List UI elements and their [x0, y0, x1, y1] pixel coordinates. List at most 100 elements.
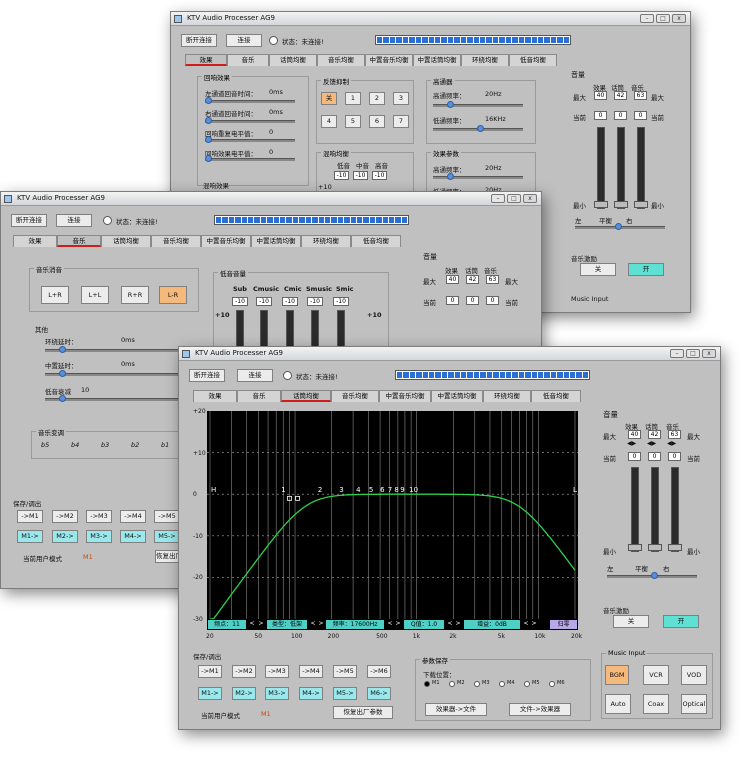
vol-mic-spin[interactable]: ◀▶	[647, 440, 656, 447]
tab-music[interactable]: 音乐	[57, 235, 101, 247]
save-to-file-button[interactable]: 效果器->文件	[425, 703, 487, 716]
key-b2[interactable]: b2	[131, 441, 139, 449]
bass-attn-slider[interactable]	[45, 395, 195, 402]
slot-m5-radio[interactable]	[524, 681, 530, 687]
store-m5-button[interactable]: ->M5	[333, 665, 357, 678]
center-delay-slider[interactable]	[45, 370, 195, 377]
tab-effects[interactable]: 效果	[193, 390, 237, 402]
input-optical-button[interactable]: Optical	[681, 694, 707, 714]
vol-music-spin[interactable]: ◀▶	[667, 440, 676, 447]
fb-6-button[interactable]: 6	[369, 115, 385, 128]
maximize-icon[interactable]: □	[656, 14, 670, 23]
vol-music-fader[interactable]	[634, 127, 648, 209]
store-m2-button[interactable]: ->M2	[52, 510, 78, 523]
slot-m3-radio[interactable]	[474, 681, 480, 687]
close-icon[interactable]: x	[702, 349, 716, 358]
eq-gain-next[interactable]: >	[529, 620, 539, 628]
tab-center-mic-eq[interactable]: 中置话筒均衡	[431, 390, 483, 402]
recall-m4-button[interactable]: M4->	[299, 687, 323, 700]
eq-reset-button[interactable]: 归零	[550, 620, 577, 629]
recall-m5-button[interactable]: M5->	[154, 530, 180, 543]
store-m1-button[interactable]: ->M1	[17, 510, 43, 523]
close-icon[interactable]: x	[523, 194, 537, 203]
tab-center-mic-eq[interactable]: 中置话筒均衡	[413, 54, 461, 66]
fb-5-button[interactable]: 5	[345, 115, 361, 128]
tab-center-music-eq[interactable]: 中置音乐均衡	[201, 235, 251, 247]
tab-center-mic-eq[interactable]: 中置话筒均衡	[251, 235, 301, 247]
store-m3-button[interactable]: ->M3	[86, 510, 112, 523]
factory-reset-button[interactable]: 恢复出厂参数	[333, 706, 393, 719]
tab-effects[interactable]: 效果	[185, 54, 227, 66]
fb-1-button[interactable]: 1	[345, 92, 361, 105]
input-vcr-button[interactable]: VCR	[643, 665, 669, 685]
tab-music[interactable]: 音乐	[227, 54, 269, 66]
eq-freq-next[interactable]: >	[393, 620, 403, 628]
connect-button[interactable]: 连接	[226, 34, 262, 47]
surround-delay-slider[interactable]	[45, 346, 195, 353]
key-b4[interactable]: b4	[71, 441, 79, 449]
close-icon[interactable]: x	[672, 14, 686, 23]
lr-r-plus-r-button[interactable]: R+R	[121, 286, 149, 304]
tab-surround-eq[interactable]: 环绕均衡	[301, 235, 351, 247]
tab-music-eq[interactable]: 音乐均衡	[151, 235, 201, 247]
excitation-on-button[interactable]: 开	[628, 263, 664, 276]
store-m3-button[interactable]: ->M3	[265, 665, 289, 678]
recall-m2-button[interactable]: M2->	[232, 687, 256, 700]
connect-button[interactable]: 连接	[56, 214, 92, 227]
tab-mic-eq[interactable]: 话筒均衡	[101, 235, 151, 247]
input-vod-button[interactable]: VOD	[681, 665, 707, 685]
recall-m6-button[interactable]: M6->	[367, 687, 391, 700]
fb-3-button[interactable]: 3	[393, 92, 409, 105]
excitation-on-button[interactable]: 开	[663, 615, 699, 628]
key-b3[interactable]: b3	[101, 441, 109, 449]
slot-m6-radio[interactable]	[549, 681, 555, 687]
tab-mic-eq[interactable]: 话筒均衡	[281, 390, 331, 402]
vol-effect-fader[interactable]	[594, 127, 608, 209]
lr-l-plus-r-button[interactable]: L+R	[41, 286, 69, 304]
eq-curve-canvas[interactable]: H 1 2 3 4 5 6 7 8 9 10 L	[207, 411, 578, 630]
eq-q-next[interactable]: >	[453, 620, 463, 628]
vol-effect-fader[interactable]	[628, 467, 642, 552]
lp-freq-slider[interactable]	[433, 125, 523, 132]
fb-off-button[interactable]: 关	[321, 92, 337, 105]
vol-mic-fader[interactable]	[648, 467, 662, 552]
vol-effect-spin[interactable]: ◀▶	[627, 440, 636, 447]
slot-m1-radio[interactable]	[424, 681, 430, 687]
minimize-icon[interactable]: –	[640, 14, 654, 23]
recall-m5-button[interactable]: M5->	[333, 687, 357, 700]
left-delay-slider[interactable]	[205, 97, 295, 104]
key-b1[interactable]: b1	[161, 441, 169, 449]
maximize-icon[interactable]: □	[507, 194, 521, 203]
recall-m2-button[interactable]: M2->	[52, 530, 78, 543]
recall-m4-button[interactable]: M4->	[120, 530, 146, 543]
balance-slider[interactable]	[575, 223, 665, 230]
lr-l-minus-r-button[interactable]: L-R	[159, 286, 187, 304]
excitation-off-button[interactable]: 关	[580, 263, 616, 276]
tab-surround-eq[interactable]: 环绕均衡	[461, 54, 509, 66]
recall-m1-button[interactable]: M1->	[198, 687, 222, 700]
recall-m1-button[interactable]: M1->	[17, 530, 43, 543]
excitation-off-button[interactable]: 关	[613, 615, 649, 628]
input-bgm-button[interactable]: BGM	[605, 665, 629, 685]
hp2-freq-slider[interactable]	[433, 173, 523, 180]
minimize-icon[interactable]: –	[670, 349, 684, 358]
lr-l-plus-l-button[interactable]: L+L	[81, 286, 109, 304]
key-b5[interactable]: b5	[41, 441, 49, 449]
store-m4-button[interactable]: ->M4	[120, 510, 146, 523]
store-m2-button[interactable]: ->M2	[232, 665, 256, 678]
maximize-icon[interactable]: □	[686, 349, 700, 358]
recall-m3-button[interactable]: M3->	[86, 530, 112, 543]
fb-2-button[interactable]: 2	[369, 92, 385, 105]
fb-4-button[interactable]: 4	[321, 115, 337, 128]
store-m1-button[interactable]: ->M1	[198, 665, 222, 678]
fb-7-button[interactable]: 7	[393, 115, 409, 128]
store-m5-button[interactable]: ->M5	[154, 510, 180, 523]
tab-music[interactable]: 音乐	[237, 390, 281, 402]
tab-surround-eq[interactable]: 环绕均衡	[483, 390, 531, 402]
tab-bass-eq[interactable]: 低音均衡	[531, 390, 581, 402]
store-m6-button[interactable]: ->M6	[367, 665, 391, 678]
tab-bass-eq[interactable]: 低音均衡	[509, 54, 557, 66]
eq-point-next[interactable]: >	[256, 620, 266, 628]
tab-center-music-eq[interactable]: 中置音乐均衡	[379, 390, 431, 402]
disconnect-button[interactable]: 断开连接	[189, 369, 225, 382]
